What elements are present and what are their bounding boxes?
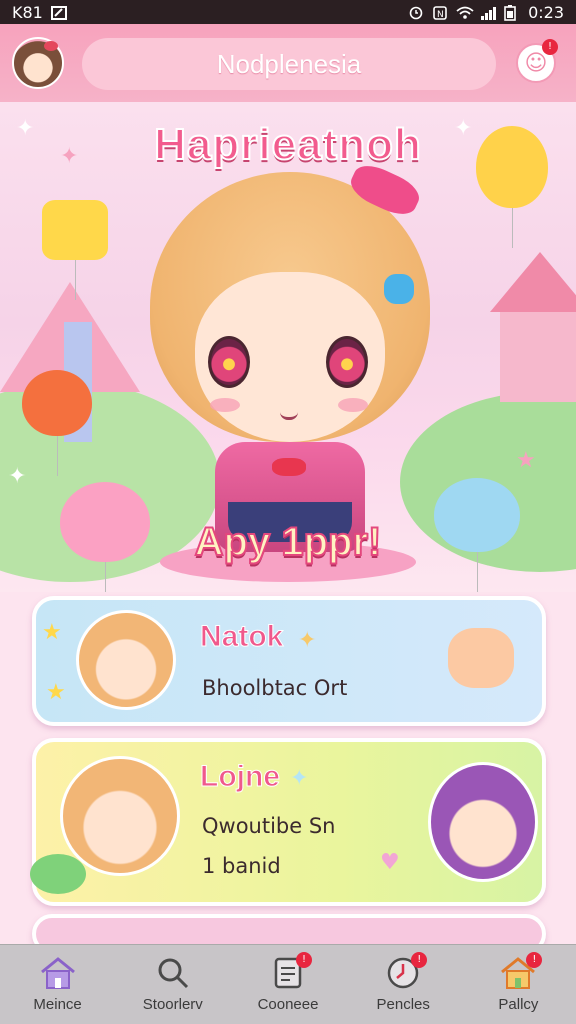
nav-item-home[interactable]: Meince [0, 945, 115, 1024]
nav-label: Meince [33, 996, 82, 1013]
card-avatar [76, 610, 176, 710]
orange-balloon [22, 370, 92, 476]
nav-label: Pallcy [498, 996, 539, 1013]
nav-item-pencles[interactable]: ! Pencles [346, 945, 461, 1024]
bottom-navigation: Meince Stoorlerv ! Cooneee ! Pencles ! P… [0, 944, 576, 1024]
heart-icon: ♥ [380, 850, 400, 875]
nav-label: Pencles [376, 996, 430, 1013]
edit-icon [50, 5, 67, 20]
nav-item-messages[interactable]: ! Cooneee [230, 945, 345, 1024]
battery-icon [504, 5, 520, 21]
wifi-icon [456, 5, 474, 19]
card-title: Lojne [200, 760, 281, 794]
messages-icon: ! [268, 952, 312, 990]
notification-badge: ! [542, 39, 558, 55]
card-avatar [60, 756, 180, 876]
search-icon [153, 956, 193, 990]
ribbon-bow [272, 458, 306, 476]
hero-subtitle: Apy 1ppr! [194, 519, 383, 565]
clock-label: 0:23 [528, 2, 564, 22]
nav-label: Stoorlerv [142, 996, 203, 1013]
house-icon: ! [498, 952, 543, 990]
app-header: Nodplenesia ☺ ! [0, 24, 576, 102]
sparkle-icon: ✦ [298, 628, 317, 653]
alarm-icon [408, 5, 424, 20]
sparkle-icon: ✦ [8, 464, 27, 489]
card-subtitle: Qwoutibe Sn [202, 814, 336, 838]
notification-button[interactable]: ☺ ! [516, 39, 558, 83]
card-avatar-right [428, 762, 538, 882]
castle-roof-right [490, 252, 576, 312]
star-icon: ★ [46, 680, 66, 705]
nav-badge: ! [526, 952, 543, 968]
nav-item-search[interactable]: Stoorlerv [115, 945, 230, 1024]
character-card[interactable]: Lojne ✦ Qwoutibe Sn 1 banid ♥ [30, 738, 546, 906]
signal-icon [480, 5, 497, 20]
sparkle-icon: ✦ [290, 766, 309, 791]
character-card[interactable]: ★ ★ Natok ✦ Bhoolbtac Ort [32, 596, 546, 726]
card-detail: 1 banid [202, 854, 281, 878]
clock-icon: ! [383, 952, 428, 990]
nav-item-pallcy[interactable]: ! Pallcy [461, 945, 576, 1024]
home-icon [38, 956, 78, 990]
smiley-icon: ☺ [524, 50, 548, 76]
blush-right [338, 398, 368, 412]
sparkle-icon: ★ [516, 448, 536, 473]
card-title: Natok [199, 620, 284, 654]
leaf-icon [30, 854, 86, 894]
castle-right [500, 312, 576, 402]
svg-text:N: N [437, 10, 444, 20]
status-bar: K81 N 0:23 [0, 0, 576, 24]
header-title-text: Nodplenesia [216, 48, 362, 79]
header-title[interactable]: Nodplenesia [82, 38, 496, 90]
nfc-icon: N [432, 5, 448, 20]
hero-banner[interactable]: ✦ ✦ ✦ ★ ✦ Haprieatnoh Apy 1ppr! [0, 102, 576, 592]
right-eye [326, 336, 368, 388]
nav-badge: ! [411, 952, 428, 968]
hair-clip [384, 274, 414, 304]
blush-left [210, 398, 240, 412]
carrier-label: K81 [12, 2, 43, 22]
mascot-icon [448, 628, 514, 688]
star-balloon [42, 200, 108, 300]
left-eye [208, 336, 250, 388]
star-icon: ★ [42, 620, 62, 645]
nav-badge: ! [296, 952, 312, 968]
profile-avatar[interactable] [12, 37, 64, 89]
hero-title: Haprieatnoh [153, 119, 422, 170]
card-subtitle: Bhoolbtac Ort [202, 676, 348, 700]
nav-label: Cooneee [257, 996, 319, 1013]
